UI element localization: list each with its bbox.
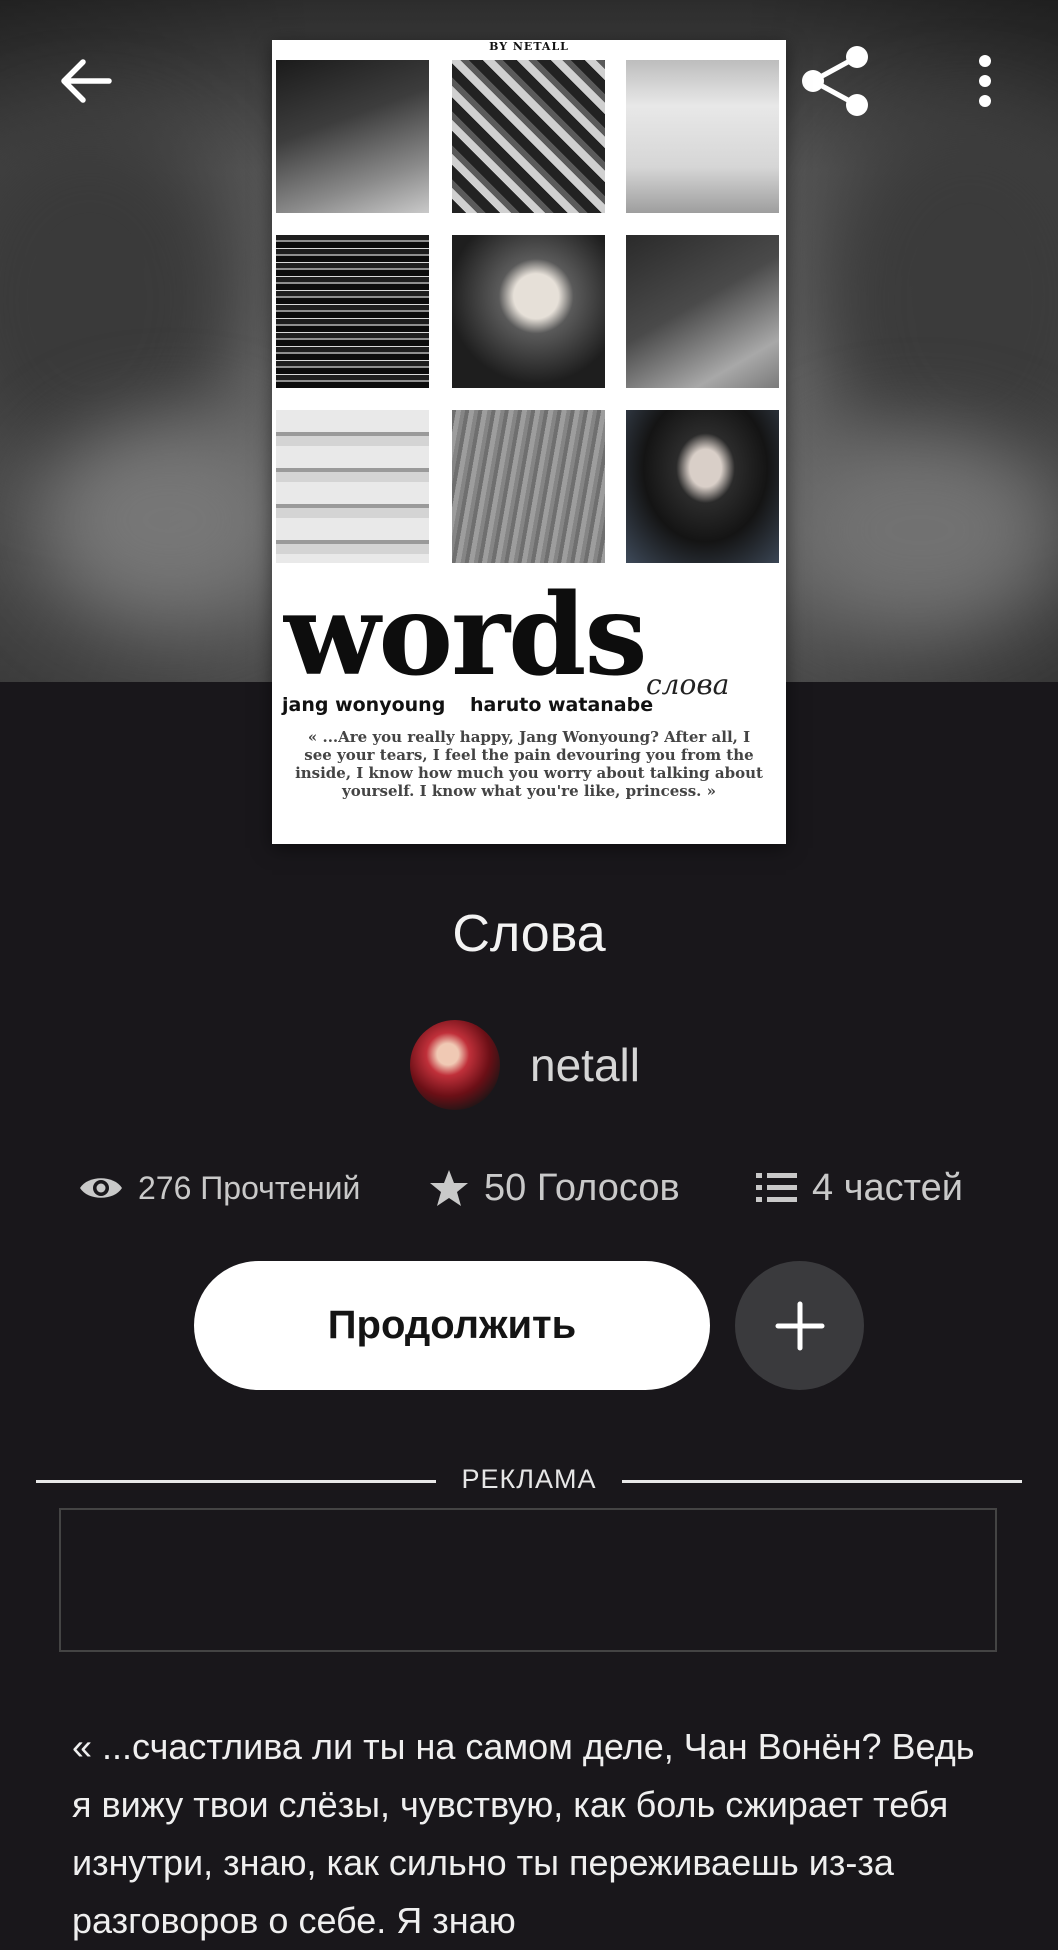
plus-icon xyxy=(775,1301,824,1350)
cover-photo xyxy=(626,60,779,213)
cover-photo xyxy=(452,410,605,563)
divider-line xyxy=(622,1480,1022,1483)
share-icon xyxy=(802,46,868,116)
votes-count: 50 Голосов xyxy=(484,1166,680,1209)
story-description: « ...счастлива ли ты на самом деле, Чан … xyxy=(72,1726,975,1941)
votes-stat: 50 Голосов xyxy=(428,1163,680,1213)
reads-stat: 276 Прочтений xyxy=(78,1163,360,1213)
cover-photo xyxy=(626,235,779,388)
cover-photo xyxy=(276,60,429,213)
cover-photo xyxy=(452,60,605,213)
cover-photo xyxy=(452,235,605,388)
more-options-button[interactable] xyxy=(955,46,1015,116)
author-name[interactable]: netall xyxy=(530,1038,640,1092)
share-button[interactable] xyxy=(785,36,885,126)
avatar[interactable] xyxy=(410,1020,500,1110)
add-to-library-button[interactable] xyxy=(735,1261,864,1390)
list-icon xyxy=(756,1173,797,1202)
parts-count: 4 частей xyxy=(812,1166,963,1209)
eye-icon xyxy=(80,1178,122,1198)
star-icon xyxy=(430,1170,468,1206)
cover-photo xyxy=(276,235,429,388)
book-cover[interactable]: BY NETALL words слова jang wonyoung haru… xyxy=(272,40,786,844)
arrow-left-icon xyxy=(61,59,112,103)
story-title: Слова xyxy=(452,905,606,963)
cover-quote: « ...Are you really happy, Jang Wonyoung… xyxy=(295,728,763,800)
more-vertical-icon xyxy=(979,55,991,107)
cover-photo xyxy=(276,410,429,563)
ad-label: РЕКЛАМА xyxy=(461,1464,597,1494)
parts-stat[interactable]: 4 частей xyxy=(756,1163,963,1213)
cover-photo xyxy=(626,410,779,563)
ad-slot[interactable] xyxy=(59,1508,997,1652)
cover-name: jang wonyoung xyxy=(282,694,446,716)
author-link[interactable]: netall xyxy=(410,1020,640,1110)
divider-line xyxy=(36,1480,436,1483)
cover-name: haruto watanabe xyxy=(470,694,654,716)
cover-byline: BY NETALL xyxy=(489,40,569,53)
cover-script-title: слова xyxy=(646,668,730,701)
ad-divider: РЕКЛАМА xyxy=(36,1460,1022,1500)
continue-reading-button[interactable]: Продолжить xyxy=(194,1261,710,1390)
reads-count: 276 Прочтений xyxy=(138,1169,361,1206)
back-button[interactable] xyxy=(40,46,130,116)
cover-title: words xyxy=(284,570,647,701)
